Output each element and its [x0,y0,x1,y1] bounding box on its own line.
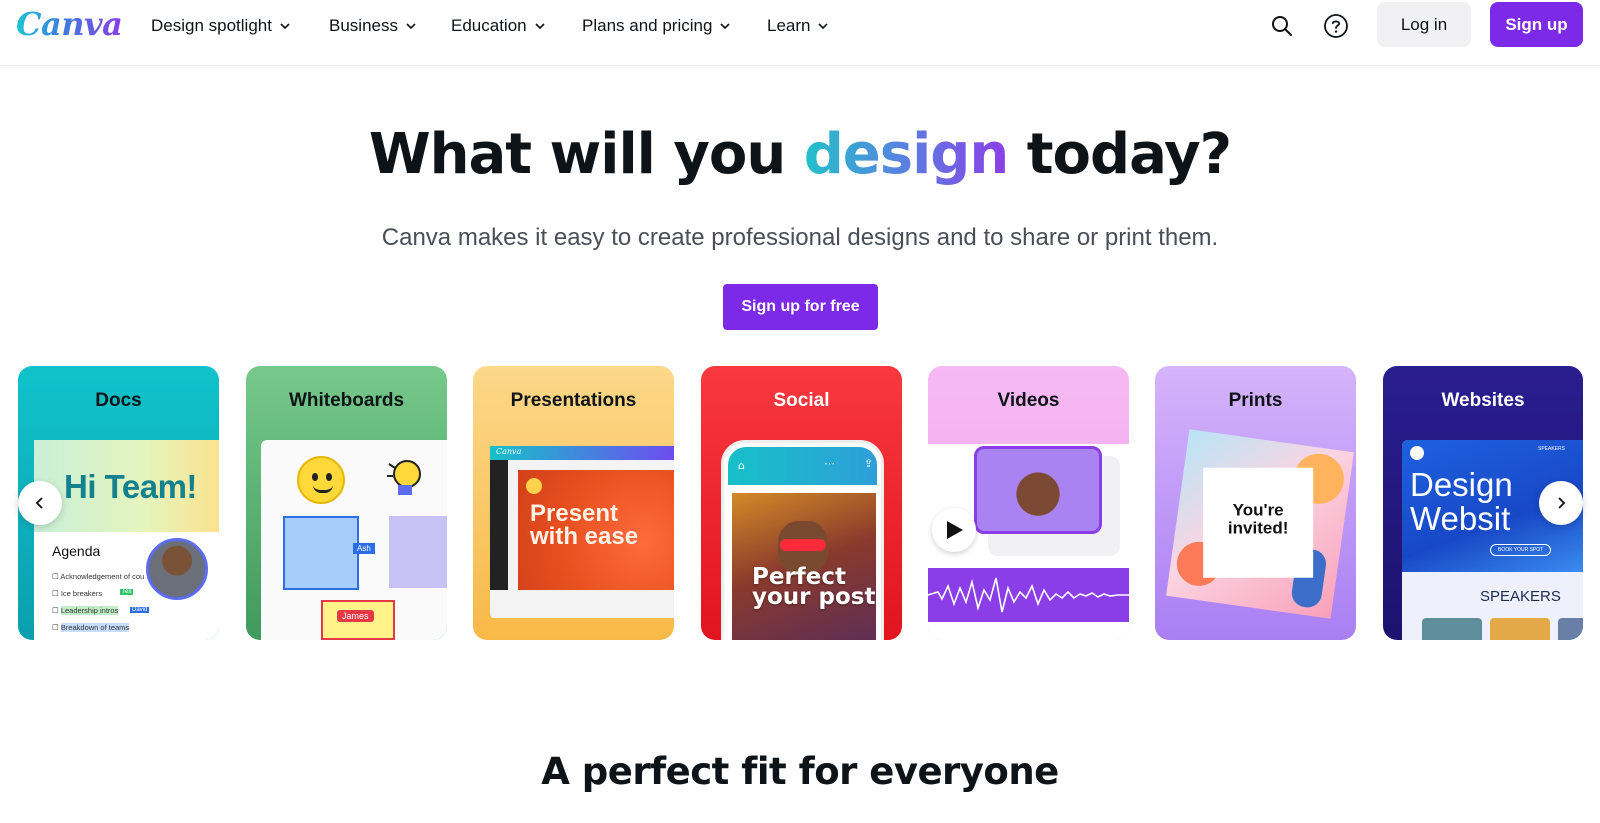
invitation-text: You're invited! [1227,500,1289,538]
eye [326,473,332,481]
hero-title-highlight: design [803,122,1010,187]
audio-track [928,568,1129,622]
list-item: ☐ Breakdown of teams [52,623,130,632]
chevron-right-icon [1558,497,1566,509]
chevron-down-icon [818,23,829,30]
doc-agenda: Agenda [52,543,101,559]
slide-canvas: Present with ease [518,470,674,590]
play-button [932,508,976,552]
card-label: Websites [1441,390,1525,411]
video-editor [928,444,1129,640]
card-label: Docs [95,390,142,411]
card-videos[interactable]: Videos [928,366,1129,640]
sticky-note-yellow: James [321,600,395,640]
canva-logo[interactable]: Canva [16,2,123,46]
nav-label: Learn [767,16,811,35]
invitation-center: You're invited! [1203,467,1314,578]
help-icon[interactable] [1321,11,1351,41]
speaker-photo [1490,618,1550,640]
lightbulb-icon [387,458,423,502]
login-button[interactable]: Log in [1377,2,1471,47]
card-prints[interactable]: Prints You're invited! [1155,366,1356,640]
laptop-preview: Canva Present with ease [490,446,674,618]
card-label: Whiteboards [288,390,405,411]
nav-label: Design spotlight [151,16,272,35]
nav-business[interactable]: Business [329,13,416,39]
doc-heading: Hi Team! [64,468,197,505]
site-nav-item: SPEAKERS [1538,446,1565,452]
cursor-tag: James [337,610,374,622]
cursor-tag: David [130,607,150,613]
video-frame [974,446,1102,534]
website-preview: SPEAKERS Design Websit BOOK YOUR SPOT SP… [1402,440,1583,640]
signup-free-button[interactable]: Sign up for free [723,284,878,330]
card-presentations[interactable]: Presentations Canva Present with ease [473,366,674,640]
cursor-tag: Tex [120,589,134,595]
chevron-down-icon [535,23,545,30]
cursor-tag: Ash [353,543,375,554]
chevron-down-icon [720,23,730,30]
editor-sidebar [490,460,508,590]
nav-label: Education [451,16,527,35]
whiteboard-preview: Ash James [261,440,447,640]
smiley-sticker [297,456,345,504]
signup-button[interactable]: Sign up [1490,2,1583,47]
speaker-photo [1422,618,1482,640]
card-label: Prints [1228,390,1283,411]
nav-design-spotlight[interactable]: Design spotlight [151,13,290,39]
phone-preview: ⌂ ⋯ ⇪ Perfect your post [721,440,884,640]
card-whiteboards[interactable]: Whiteboards Ash James [246,366,447,640]
phone-toolbar: ⌂ ⋯ ⇪ [728,447,877,485]
mouth [313,485,333,493]
sticky-note-blue [283,516,359,590]
avatar [146,538,208,600]
eye [312,473,318,481]
speaker-photo [1558,618,1583,640]
carousel-prev-button[interactable] [18,481,62,525]
app-logo: Canva [496,447,522,456]
card-social[interactable]: Social ⌂ ⋯ ⇪ Perfect your post [701,366,902,640]
chevron-down-icon [406,23,416,30]
chevron-down-icon [280,23,290,30]
sunglasses [780,539,826,551]
more-icon: ⋯ [824,457,835,470]
chevron-left-icon [35,497,43,509]
app-bar: Canva [490,446,674,460]
waveform-icon [928,577,1129,613]
hero-subtitle: Canva makes it easy to create profession… [381,224,1219,251]
play-icon [947,521,963,539]
section-title: A perfect fit for everyone [541,750,1059,793]
sticky-note-purple [389,516,447,588]
slide-text: Present with ease [530,500,639,550]
list-item: ☐ Acknowledgement of cou [52,572,145,581]
carousel-next-button[interactable] [1539,481,1583,525]
nav-education[interactable]: Education [451,13,545,39]
hero-title-end: today? [1008,122,1232,187]
card-label: Presentations [510,390,637,411]
site-logo [1410,446,1424,460]
nav-label: Business [329,16,398,35]
invitation-card: You're invited! [1166,429,1354,619]
hero-title-start: What will you [368,122,804,187]
home-icon: ⌂ [738,459,745,472]
post-text: Perfect your post [752,564,876,610]
top-navigation: Canva Design spotlight Business Educatio… [0,0,1600,66]
share-icon: ⇪ [864,457,874,470]
doc-preview: Hi Team! Agenda ☐ Acknowledgement of cou… [34,440,219,640]
card-label: Videos [997,390,1060,411]
nav-label: Plans and pricing [582,16,713,35]
card-label: Social [773,390,830,411]
speakers-heading: SPEAKERS [1480,588,1561,605]
search-icon[interactable] [1267,11,1297,41]
book-spot-button: BOOK YOUR SPOT [1490,544,1552,556]
nav-plans-and-pricing[interactable]: Plans and pricing [582,13,730,39]
brand-mark [526,478,542,494]
nav-learn[interactable]: Learn [767,13,829,39]
doc-agenda-list: ☐ Acknowledgement of cou ☐ Ice breakers … [52,568,144,636]
hero-title: What will you design today? [0,122,1600,187]
post-image: Perfect your post [732,493,876,640]
